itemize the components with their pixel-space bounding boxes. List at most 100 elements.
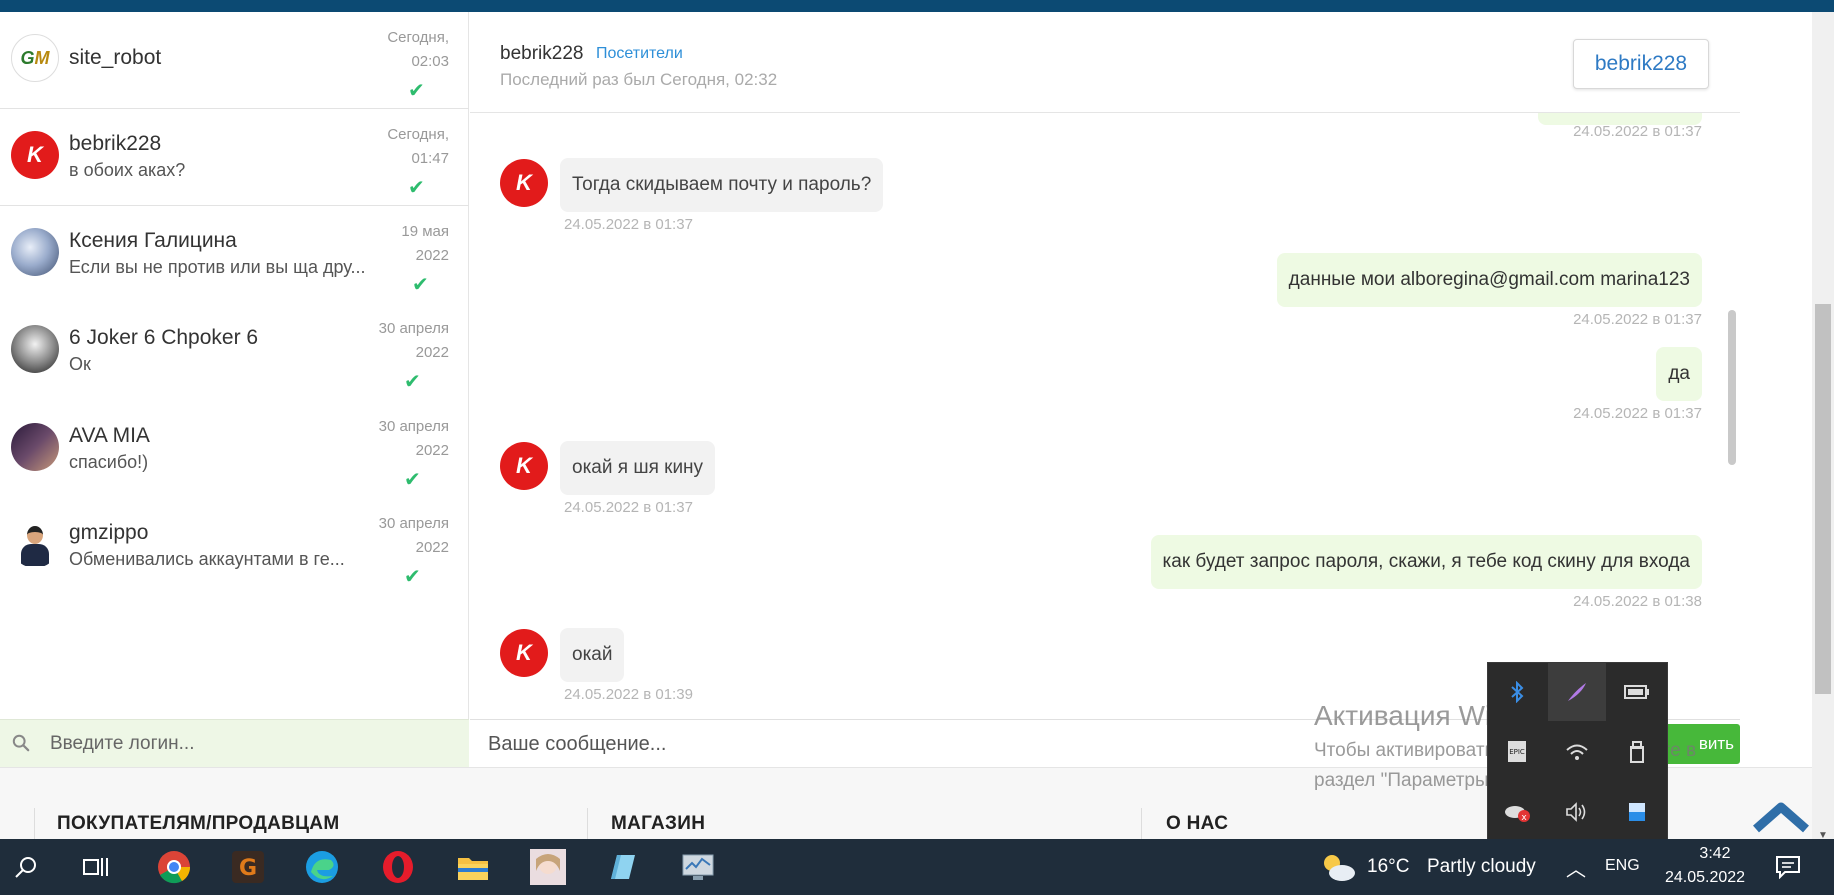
messages-scrollbar[interactable]	[1728, 310, 1736, 465]
read-check-icon: ✔	[404, 566, 421, 588]
read-check-icon: ✔	[408, 177, 425, 199]
opera-icon[interactable]	[380, 849, 416, 885]
input-language[interactable]: ENG	[1605, 857, 1640, 875]
scroll-to-top-icon[interactable]	[1750, 795, 1812, 839]
send-button[interactable]: вить	[1665, 724, 1740, 764]
search-icon	[12, 734, 30, 752]
contact-name: 6 Joker 6 Chpoker 6	[69, 326, 259, 349]
contact-item[interactable]: K bebrik228 в обоих аках? Сегодня, 01:47 …	[0, 109, 469, 206]
weather-temperature[interactable]: 16°C	[1367, 856, 1409, 878]
anime-app-icon[interactable]	[530, 849, 566, 885]
divider	[587, 808, 588, 840]
message-time: 24.05.2022 в 01:37	[1573, 311, 1702, 328]
contact-last-message: в обоих аках?	[69, 160, 186, 180]
contact-item[interactable]: AVA MIA спасибо!) 30 апреля 2022 ✔	[0, 401, 469, 498]
svg-text:EPIC: EPIC	[1509, 748, 1525, 756]
profile-button[interactable]: bebrik228	[1573, 39, 1709, 89]
contact-date: 30 апреля 2022	[378, 418, 449, 459]
weather-condition[interactable]: Partly cloudy	[1427, 856, 1536, 878]
contact-name: gmzippo	[69, 521, 149, 544]
footer-col-buyers: ПОКУПАТЕЛЯМ/ПРОДАВЦАМ	[57, 813, 340, 834]
contact-last-message: Если вы не против или вы ща дру...	[69, 257, 366, 277]
contact-name: site_robot	[69, 46, 162, 69]
chat-user-name: bebrik228	[500, 43, 584, 64]
clock-time[interactable]: 3:42	[1685, 845, 1745, 863]
chrome-icon[interactable]	[156, 849, 192, 885]
contact-last-message: спасибо!)	[69, 452, 149, 472]
clock-date[interactable]: 24.05.2022	[1665, 869, 1745, 887]
login-search-bar	[0, 719, 469, 767]
tray-overflow-popup: EPIC x	[1487, 662, 1668, 841]
divider	[34, 808, 35, 840]
search-icon[interactable]	[8, 849, 44, 885]
monitor-app-icon[interactable]	[680, 849, 716, 885]
wifi-icon[interactable]	[1548, 723, 1606, 781]
avatar	[11, 520, 59, 568]
avatar	[11, 228, 59, 276]
chevron-up-icon[interactable]: ︿	[1566, 853, 1586, 882]
usb-drive-icon[interactable]	[1608, 723, 1666, 781]
message-time: 24.05.2022 в 01:37	[1573, 123, 1702, 140]
epic-games-icon[interactable]: EPIC	[1488, 723, 1546, 781]
read-check-icon: ✔	[408, 80, 425, 102]
contact-name: AVA MIA	[69, 424, 150, 447]
notepad-icon[interactable]	[605, 849, 641, 885]
svg-text:x: x	[1521, 813, 1527, 823]
bluetooth-icon[interactable]	[1488, 663, 1546, 721]
site-top-bar	[0, 0, 1834, 12]
battery-icon[interactable]	[1608, 663, 1666, 721]
read-check-icon: ✔	[404, 371, 421, 393]
feather-app-icon[interactable]	[1548, 663, 1606, 721]
contact-item[interactable]: Ксения Галицина Если вы не против или вы…	[0, 206, 469, 303]
contact-item[interactable]: gmzippo Обменивались аккаунтами в ге... …	[0, 498, 469, 595]
messages-area: 24.05.2022 в 01:37 K Тогда скидываем поч…	[470, 113, 1740, 719]
avatar: K	[11, 131, 59, 179]
contact-date: Сегодня, 02:03	[387, 29, 449, 70]
message-bubble-out: как будет запрос пароля, скажи, я тебе к…	[1150, 535, 1702, 589]
contact-date: 19 мая 2022	[401, 223, 449, 264]
footer-col-about: О НАС	[1166, 813, 1229, 834]
message-time: 24.05.2022 в 01:39	[564, 686, 693, 703]
notifications-icon[interactable]	[1770, 849, 1806, 885]
avatar	[11, 423, 59, 471]
contact-last-message: Ок	[69, 354, 91, 374]
login-search-input[interactable]	[50, 730, 450, 758]
message-avatar: K	[500, 159, 548, 207]
message-time: 24.05.2022 в 01:38	[1573, 593, 1702, 610]
message-input[interactable]	[488, 730, 1388, 758]
volume-icon[interactable]	[1548, 783, 1606, 841]
file-explorer-icon[interactable]	[455, 849, 491, 885]
chat-last-seen: Последний раз был Сегодня, 02:32	[500, 70, 778, 89]
message-avatar: K	[500, 629, 548, 677]
message-bubble-in: окай я шя кину	[560, 441, 716, 495]
message-time: 24.05.2022 в 01:37	[564, 499, 693, 516]
contact-item[interactable]: GM site_robot Сегодня, 02:03 ✔	[0, 12, 469, 109]
message-time: 24.05.2022 в 01:37	[1573, 405, 1702, 422]
message-bubble-out: данные мои alboregina@gmail.com marina12…	[1276, 253, 1702, 307]
divider	[1141, 808, 1142, 840]
contact-name: Ксения Галицина	[69, 229, 237, 252]
storage-app-icon[interactable]	[1608, 783, 1666, 841]
avatar	[11, 325, 59, 373]
edge-icon[interactable]	[304, 849, 340, 885]
weather-icon[interactable]	[1318, 849, 1358, 885]
message-bubble-in: Тогда скидываем почту и пароль?	[560, 158, 884, 212]
read-check-icon: ✔	[412, 274, 429, 296]
contact-date: 30 апреля 2022	[378, 515, 449, 556]
footer-col-shop: МАГАЗИН	[611, 813, 706, 834]
contact-item[interactable]: 6 Joker 6 Chpoker 6 Ок 30 апреля 2022 ✔	[0, 303, 469, 400]
message-avatar: K	[500, 442, 548, 490]
task-view-icon[interactable]	[78, 849, 114, 885]
svg-text:G: G	[239, 856, 257, 881]
onedrive-error-icon[interactable]: x	[1488, 783, 1546, 841]
app-g-icon[interactable]: G	[230, 849, 266, 885]
page-scrollbar[interactable]: ▼	[1812, 12, 1834, 841]
contacts-panel: GM site_robot Сегодня, 02:03 ✔ K bebrik22…	[0, 12, 469, 719]
contact-date: Сегодня, 01:47	[387, 126, 449, 167]
message-time: 24.05.2022 в 01:37	[564, 216, 693, 233]
contact-date: 30 апреля 2022	[378, 320, 449, 361]
contact-name: bebrik228	[69, 132, 162, 155]
message-bubble-out: да	[1656, 347, 1702, 401]
chat-user-role[interactable]: Посетители	[596, 45, 683, 63]
page-scroll-thumb[interactable]	[1815, 304, 1831, 694]
